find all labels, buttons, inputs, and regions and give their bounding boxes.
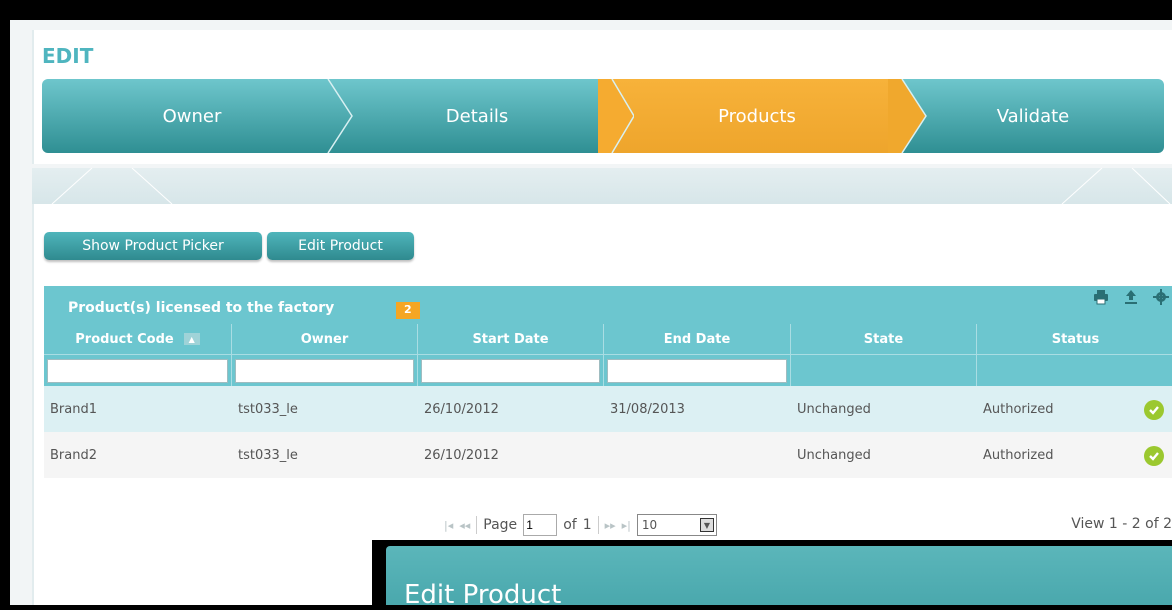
cell-start-date: 26/10/2012 — [424, 401, 499, 417]
column-header-label: End Date — [663, 331, 731, 347]
wizard-step-label: Validate — [996, 105, 1070, 127]
column-header-owner[interactable]: Owner — [232, 324, 418, 354]
cell-end-date — [604, 432, 791, 478]
filter-input[interactable] — [607, 359, 787, 383]
wizard-step-label: Details — [445, 105, 509, 127]
first-page-icon[interactable]: |◂ — [444, 519, 453, 532]
rows-per-page-select[interactable]: 10 ▼ — [636, 514, 717, 536]
cell-product-code: Brand2 — [50, 447, 97, 463]
count-badge: 2 — [396, 302, 420, 319]
wizard-step-products[interactable]: Products — [612, 79, 902, 153]
step-divider-chevron — [888, 79, 927, 153]
filter-start-date — [418, 355, 604, 386]
grid-caption: Product(s) licensed to the factory 2 — [44, 286, 1172, 324]
pager-separator — [476, 516, 478, 534]
edit-product-dialog: Edit Product — [372, 540, 1172, 610]
products-grid: Product(s) licensed to the factory 2 Pro… — [44, 286, 1172, 478]
wizard-step-label: Products — [718, 105, 796, 127]
column-header-start-date[interactable]: Start Date — [418, 324, 604, 354]
column-header-label: Owner — [300, 331, 349, 347]
wizard-step-owner[interactable]: Owner — [42, 79, 342, 153]
settings-icon[interactable] — [1152, 288, 1170, 306]
view-records-text: View 1 - 2 of 2 — [1071, 516, 1172, 532]
filter-input[interactable] — [235, 359, 414, 383]
chevron-down-icon: ▼ — [699, 518, 714, 532]
page-label: Page — [483, 517, 518, 533]
next-page-icon[interactable]: ▸▸ — [605, 519, 616, 532]
filter-row — [44, 354, 1172, 386]
cell-product-code: Brand1 — [50, 401, 97, 417]
column-header-product-code[interactable]: Product Code ▲ — [44, 324, 232, 354]
status-text: Authorized — [983, 401, 1054, 417]
filter-product-code — [44, 355, 232, 386]
cell-status: Authorized — [977, 386, 1172, 432]
column-header-state[interactable]: State — [791, 324, 977, 354]
grid-pager: |◂ ◂◂ Page of 1 ▸▸ ▸| 10 ▼ View 1 - 2 of… — [44, 510, 1172, 538]
column-header-end-date[interactable]: End Date — [604, 324, 791, 354]
filter-state — [791, 355, 977, 386]
cell-state: Unchanged — [797, 447, 871, 463]
of-label: of — [563, 517, 577, 533]
table-row[interactable]: Brand1 tst033_le 26/10/2012 31/08/2013 U… — [44, 386, 1172, 432]
column-header-status[interactable]: Status — [977, 324, 1172, 354]
cell-state: Unchanged — [797, 401, 871, 417]
column-header-label: Product Code — [75, 331, 174, 347]
column-header-label: Start Date — [472, 331, 549, 347]
edit-product-button[interactable]: Edit Product — [267, 232, 414, 260]
dialog-header: Edit Product — [386, 546, 1172, 610]
wizard-steps: Owner Details Products Validate — [42, 79, 1164, 153]
column-header-label: Status — [1051, 331, 1100, 347]
cell-owner: tst033_le — [238, 447, 298, 463]
rows-per-page-value: 10 — [641, 518, 658, 532]
decorative-band — [32, 167, 1172, 205]
cell-status: Authorized — [977, 432, 1172, 478]
cell-start-date: 26/10/2012 — [424, 447, 499, 463]
grid-header: Product Code ▲ Owner Start Date End Date… — [44, 324, 1172, 354]
filter-input[interactable] — [421, 359, 600, 383]
dialog-title: Edit Product — [404, 580, 562, 610]
show-product-picker-button[interactable]: Show Product Picker — [44, 232, 262, 260]
checkmark-icon — [1144, 446, 1164, 466]
last-page-icon[interactable]: ▸| — [622, 519, 631, 532]
wizard-step-label: Owner — [162, 105, 222, 127]
app-frame: EDIT Owner Details Products Validate Sho… — [10, 20, 1172, 605]
grid-caption-title: Product(s) licensed to the factory — [68, 300, 335, 316]
pager-controls: |◂ ◂◂ Page of 1 ▸▸ ▸| 10 ▼ — [444, 514, 717, 536]
prev-page-icon[interactable]: ◂◂ — [459, 519, 470, 532]
filter-input[interactable] — [47, 359, 228, 383]
wizard-step-details[interactable]: Details — [342, 79, 612, 153]
page-title: EDIT — [42, 44, 94, 68]
export-icon[interactable] — [1122, 288, 1140, 306]
grid-toolbar — [1092, 288, 1170, 306]
sort-asc-icon[interactable]: ▲ — [183, 333, 200, 345]
column-header-label: State — [863, 331, 904, 347]
page-number-input[interactable] — [523, 514, 558, 536]
cell-owner: tst033_le — [238, 401, 298, 417]
table-row[interactable]: Brand2 tst033_le 26/10/2012 Unchanged Au… — [44, 432, 1172, 478]
band-lines — [51, 167, 1171, 205]
print-icon[interactable] — [1092, 288, 1110, 306]
step-divider-chevron — [327, 79, 353, 153]
filter-status — [977, 355, 1172, 386]
total-pages: 1 — [582, 517, 592, 533]
cell-end-date: 31/08/2013 — [610, 401, 685, 417]
step-divider-chevron — [598, 79, 634, 153]
filter-owner — [232, 355, 418, 386]
edit-card: EDIT Owner Details Products Validate — [32, 30, 1172, 164]
wizard-step-validate[interactable]: Validate — [902, 79, 1164, 153]
status-text: Authorized — [983, 447, 1054, 463]
checkmark-icon — [1144, 400, 1164, 420]
filter-end-date — [604, 355, 791, 386]
pager-separator — [597, 516, 599, 534]
